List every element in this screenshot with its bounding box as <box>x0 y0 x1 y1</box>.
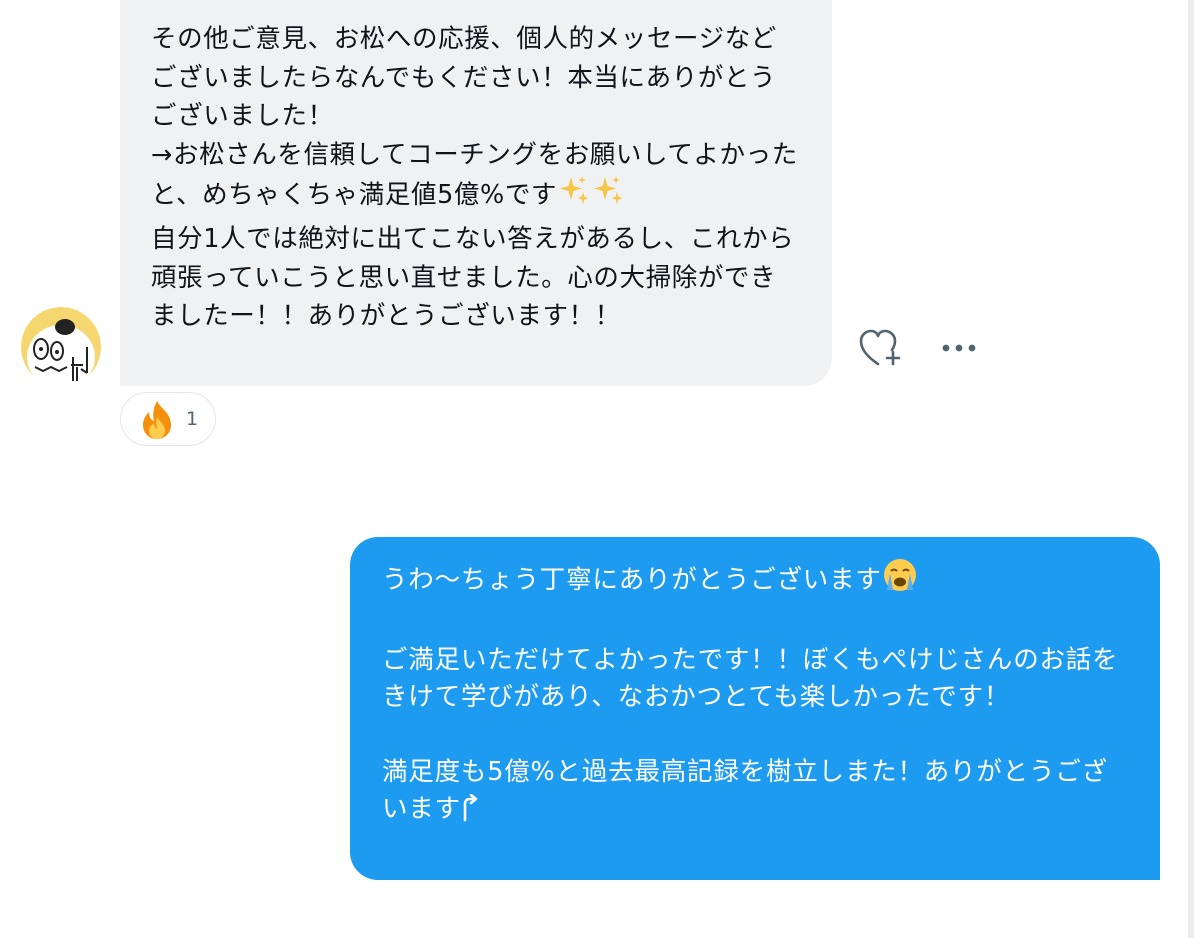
heart-plus-icon <box>859 329 901 366</box>
incoming-message-text: その他ご意見、お松への応援、個人的メッセージなどございましたらなんでもください！… <box>151 20 802 336</box>
more-options-button[interactable] <box>938 332 982 364</box>
more-dots-icon <box>942 344 976 352</box>
incoming-message-text-part2: 自分1人では絶対に出てこない答えがあるし、これから頑張っていこうと思い直せました… <box>151 223 795 332</box>
incoming-message-bubble: その他ご意見、お松への応援、個人的メッセージなどございましたらなんでもください！… <box>120 0 832 386</box>
incoming-message-text-part1: その他ご意見、お松への応援、個人的メッセージなどございましたらなんでもください！… <box>151 24 798 211</box>
scrollbar-track[interactable] <box>1188 0 1194 938</box>
sender-avatar[interactable] <box>21 307 101 387</box>
reaction-count: 1 <box>186 408 199 430</box>
loudly-crying-face-icon <box>882 557 918 604</box>
react-heart-plus-button[interactable] <box>858 328 906 368</box>
dm-conversation: その他ご意見、お松への応援、個人的メッセージなどございましたらなんでもください！… <box>0 0 1194 938</box>
outgoing-paragraph-2: ご満足いただけてよかったです！！ぼくもぺけじさんのお話をきけて学びがあり、なおか… <box>382 644 1119 713</box>
outgoing-message-text: うわ〜ちょう丁寧にありがとうございます ご満足いただけてよかったです！！ぼくもぺ… <box>382 557 1130 834</box>
outgoing-message-bubble: うわ〜ちょう丁寧にありがとうございます ご満足いただけてよかったです！！ぼくもぺ… <box>350 537 1160 880</box>
fire-icon <box>137 399 177 441</box>
sparkles-icon <box>591 174 625 220</box>
reaction-chip[interactable]: 1 <box>120 392 216 446</box>
outgoing-line1: うわ〜ちょう丁寧にありがとうございます <box>382 565 882 595</box>
up-arrow-icon <box>461 794 481 833</box>
outgoing-paragraph-3: 満足度も5億%と過去最高記録を樹立しまた！ありがとうございます <box>382 757 1108 825</box>
sparkles-icon <box>557 174 591 220</box>
